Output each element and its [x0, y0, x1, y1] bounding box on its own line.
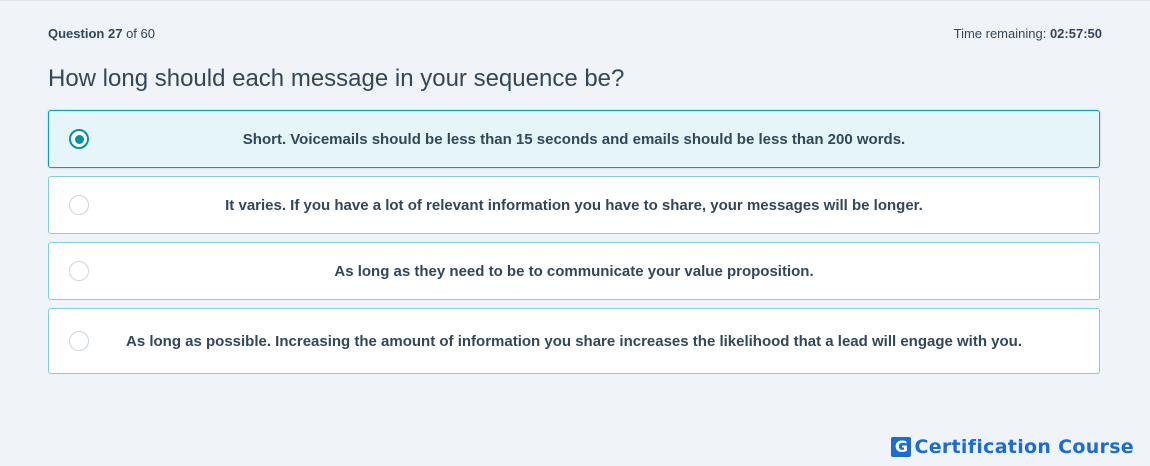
question-label: Question [48, 25, 105, 41]
answer-option-label: Short. Voicemails should be less than 15… [242, 130, 906, 148]
timer: Time remaining: 02:57:50 [954, 26, 1102, 41]
radio-dot [74, 134, 84, 144]
time-value: 02:57:50 [1049, 25, 1102, 41]
question-total: of 60 [126, 25, 155, 41]
radio-button-selected[interactable] [69, 129, 89, 149]
answer-option-4[interactable]: As long as possible. Increasing the amou… [48, 308, 1100, 374]
top-divider [0, 0, 1150, 1]
brand-name: Certification Course [914, 436, 1134, 458]
answer-option-3[interactable]: As long as they need to be to communicat… [48, 242, 1100, 300]
question-counter: Question 27 of 60 [48, 26, 155, 41]
answer-option-label: As long as possible. Increasing the amou… [125, 332, 1022, 350]
radio-button[interactable] [69, 331, 89, 351]
question-number: 27 [107, 25, 123, 41]
brand-g-icon: G [891, 437, 912, 457]
radio-button[interactable] [69, 195, 89, 215]
answer-option-label: It varies. If you have a lot of relevant… [225, 196, 923, 214]
answer-option-1[interactable]: Short. Voicemails should be less than 15… [48, 110, 1100, 168]
time-label: Time remaining: [953, 25, 1047, 41]
radio-button[interactable] [69, 261, 89, 281]
answer-option-2[interactable]: It varies. If you have a lot of relevant… [48, 176, 1100, 234]
question-text: How long should each message in your seq… [48, 65, 625, 92]
brand-logo: G Certification Course [891, 436, 1134, 458]
quiz-header: Question 27 of 60 Time remaining: 02:57:… [48, 24, 1102, 42]
answer-option-label: As long as they need to be to communicat… [334, 262, 814, 280]
